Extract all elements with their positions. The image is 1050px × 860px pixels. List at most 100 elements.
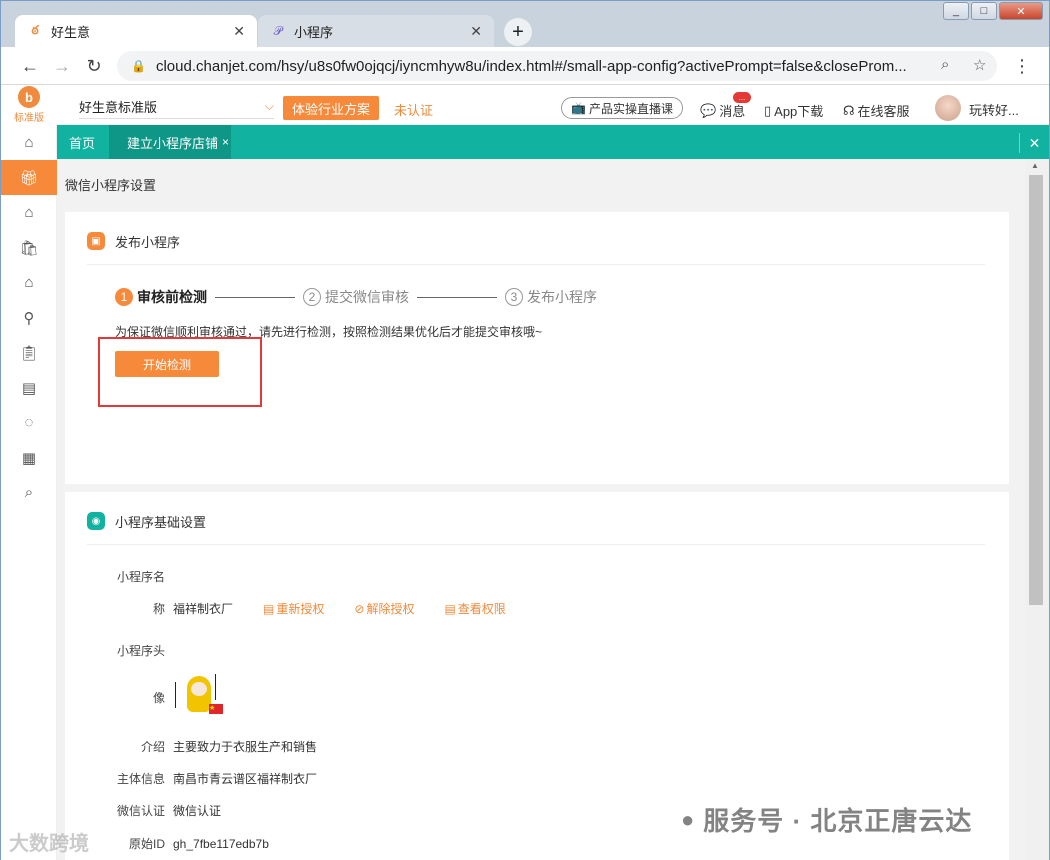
- address-bar[interactable]: 🔒 cloud.chanjet.com/hsy/u8s0fw0ojqcj/iyn…: [117, 51, 997, 81]
- unbind-link[interactable]: ⊘ 解除授权: [354, 600, 414, 617]
- message-icon: 💬: [700, 102, 717, 118]
- step-1: 1 审核前检测: [115, 287, 207, 307]
- tab-build-mini-store[interactable]: 建立小程序店铺 ×: [109, 125, 231, 159]
- trial-industry-button[interactable]: 体验行业方案: [283, 96, 379, 120]
- entity-value: 南昌市青云谱区福祥制衣厂: [173, 772, 318, 786]
- app-header: b 标准版 好生意标准版 ⌵ 体验行业方案 未认证 📺 产品实操直播课 💬 消息…: [1, 85, 1049, 125]
- close-icon[interactable]: ×: [222, 135, 229, 149]
- edition-select[interactable]: 好生意标准版 ⌵: [79, 95, 274, 119]
- storefront-icon[interactable]: ⌂: [1, 195, 57, 230]
- page-title: 微信小程序设置: [65, 178, 157, 193]
- live-course-button[interactable]: 📺 产品实操直播课: [561, 97, 683, 119]
- avatar-side-text: [215, 674, 221, 700]
- live-course-label: 产品实操直播课: [588, 101, 673, 116]
- browser-tab-inactive[interactable]: 𝒫 小程序 ✕: [258, 15, 494, 47]
- shop-icon[interactable]: ⌂: [1, 265, 57, 300]
- clipboard-icon[interactable]: 📋︎: [1, 335, 57, 370]
- publish-steps: 1 审核前检测 2 提交微信审核 3 发布小程序: [115, 287, 597, 307]
- app-logo[interactable]: b 标准版: [1, 85, 57, 125]
- money-bag-icon[interactable]: ⚲: [1, 300, 57, 335]
- url-text: cloud.chanjet.com/hsy/u8s0fw0ojqcj/iyncm…: [155, 57, 907, 75]
- lock-icon: 🔒: [131, 59, 146, 73]
- message-badge: ...: [733, 92, 751, 103]
- unbind-label: 解除授权: [366, 602, 415, 616]
- window-close-button[interactable]: ✕: [999, 2, 1043, 20]
- doc-icon: ▤: [263, 601, 275, 616]
- scrollbar-thumb[interactable]: [1029, 175, 1043, 605]
- scroll-up-icon[interactable]: ▲: [1031, 161, 1039, 170]
- chevron-down-icon: ⌵: [264, 99, 274, 113]
- intro-value: 主要致力于衣服生产和销售: [173, 740, 318, 754]
- settings-icon: ◉: [87, 512, 105, 530]
- phone-icon: ▯: [764, 102, 772, 118]
- window-controls: _ □ ✕: [943, 2, 1043, 20]
- zoom-icon[interactable]: ⌕: [941, 56, 949, 73]
- publish-card: ▣ 发布小程序 1 审核前检测 2 提交微信审核 3 发布小程序 为保证微信顺利…: [65, 212, 1009, 484]
- star-icon[interactable]: ☆: [973, 56, 986, 74]
- step-label: 审核前检测: [137, 289, 207, 305]
- calendar-icon[interactable]: ▦: [1, 440, 57, 475]
- messages-link[interactable]: 💬 消息: [700, 101, 745, 120]
- entity-row: 主体信息 南昌市青云谱区福祥制衣厂: [65, 770, 317, 787]
- gift-icon[interactable]: 🎁︎: [1, 160, 57, 195]
- view-permission-link[interactable]: ▤ 查看权限: [444, 600, 505, 617]
- search-chat-icon[interactable]: ⌕: [1, 475, 57, 510]
- intro-label: 介绍: [140, 740, 165, 754]
- avatar[interactable]: [935, 95, 961, 121]
- wx-cert-value: 微信认证: [173, 804, 222, 818]
- cycle-icon[interactable]: ◌: [1, 405, 57, 440]
- back-icon[interactable]: ←: [19, 55, 41, 77]
- browser-tab-active[interactable]: ఠ 好生意 ✕: [15, 15, 257, 47]
- close-icon[interactable]: ✕: [470, 23, 482, 40]
- browser-toolbar: ← → ↻ 🔒 cloud.chanjet.com/hsy/u8s0fw0ojq…: [1, 47, 1049, 85]
- forward-icon[interactable]: →: [51, 55, 73, 77]
- unverified-link[interactable]: 未认证: [394, 100, 433, 119]
- home-icon[interactable]: ⌂: [1, 125, 57, 160]
- name-row: 称 福祥制衣厂 ▤ 重新授权 ⊘ 解除授权 ▤ 查看权限: [65, 600, 506, 617]
- online-service-label: 在线客服: [857, 104, 910, 119]
- unlink-icon: ⊘: [354, 601, 365, 616]
- shopping-bag-icon[interactable]: 🛍︎: [1, 230, 57, 265]
- close-all-tabs-icon[interactable]: ✕: [1019, 133, 1049, 153]
- close-icon[interactable]: ✕: [233, 23, 245, 40]
- main-content: 微信小程序设置 ▣ 发布小程序 1 审核前检测 2 提交微信审核 3 发布小程序…: [57, 159, 1025, 860]
- wechat-icon: ●: [681, 806, 696, 832]
- logo-icon: b: [18, 86, 40, 108]
- messages-label: 消息: [719, 104, 746, 119]
- watermark-left: 大数跨境: [9, 833, 89, 855]
- step-label: 发布小程序: [527, 289, 597, 305]
- avatar-side-text: [175, 682, 181, 708]
- basic-settings-header: ◉ 小程序基础设置: [87, 512, 985, 545]
- app-download-link[interactable]: ▯ App下载: [764, 101, 823, 120]
- avatar-label-row: 小程序头: [65, 642, 173, 659]
- report-icon[interactable]: ▤: [1, 370, 57, 405]
- logo-edition: 标准版: [14, 113, 44, 124]
- username[interactable]: 玩转好...: [969, 100, 1019, 119]
- name-label-cont: 称: [152, 602, 165, 616]
- reload-icon[interactable]: ↻: [83, 55, 105, 77]
- publish-icon: ▣: [87, 232, 105, 250]
- menu-icon[interactable]: ⋮: [1011, 55, 1033, 77]
- step-number: 1: [115, 288, 133, 306]
- avatar-label: 小程序头: [116, 644, 165, 658]
- step-connector: [417, 296, 497, 298]
- minimize-button[interactable]: _: [943, 2, 969, 20]
- step-2: 2 提交微信审核: [303, 287, 409, 307]
- flag-icon: ★: [209, 704, 223, 714]
- view-perm-label: 查看权限: [457, 602, 506, 616]
- avatar-label-cont: 像: [152, 690, 165, 705]
- edition-select-value: 好生意标准版: [79, 100, 158, 115]
- maximize-button[interactable]: □: [971, 2, 997, 20]
- start-check-button[interactable]: 开始检测: [115, 351, 219, 377]
- tab-home[interactable]: 首页: [57, 125, 107, 159]
- reauthorize-link[interactable]: ▤ 重新授权: [263, 600, 324, 617]
- scrollbar[interactable]: ▲: [1025, 159, 1049, 860]
- online-service-link[interactable]: ☊ 在线客服: [843, 101, 910, 120]
- origin-id-value: gh_7fbe117edb7b: [173, 836, 269, 851]
- new-tab-button[interactable]: +: [504, 18, 532, 46]
- tab-title: 好生意: [51, 24, 91, 40]
- intro-row: 介绍 主要致力于衣服生产和销售: [65, 738, 317, 755]
- step-label: 提交微信审核: [325, 289, 409, 305]
- entity-label: 主体信息: [116, 772, 165, 786]
- publish-card-header: ▣ 发布小程序: [87, 232, 985, 265]
